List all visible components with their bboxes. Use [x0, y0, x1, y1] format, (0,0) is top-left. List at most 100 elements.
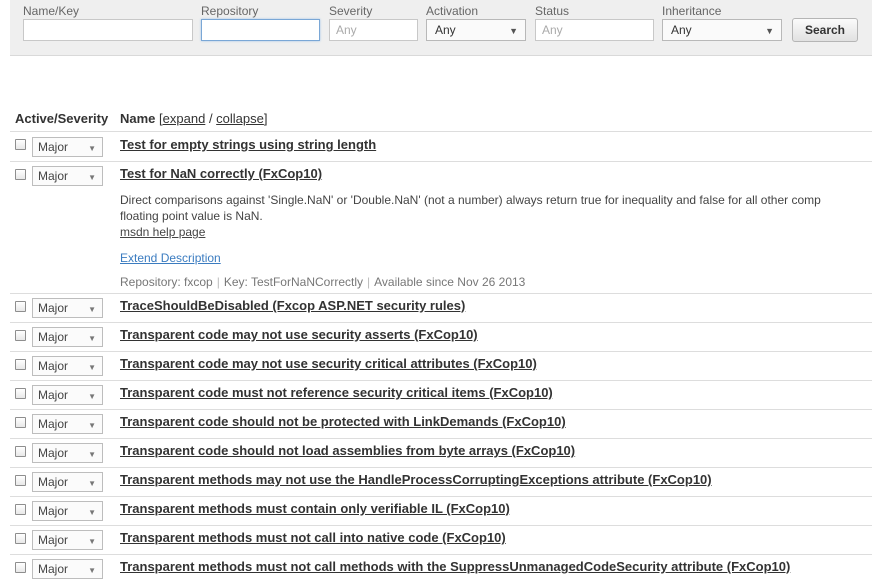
active-checkbox[interactable] [15, 533, 26, 544]
severity-select[interactable]: Major ▼ [32, 356, 103, 376]
severity-select[interactable]: Major ▼ [32, 385, 103, 405]
rule-name-link[interactable]: Transparent code should not load assembl… [120, 443, 575, 458]
severity-value: Major [38, 301, 69, 315]
activation-select[interactable]: Any ▼ [426, 19, 526, 41]
chevron-down-icon: ▼ [509, 26, 518, 36]
rule-name-link[interactable]: Transparent code must not reference secu… [120, 385, 553, 400]
severity-value: Major [38, 388, 69, 402]
severity-select[interactable]: Major ▼ [32, 443, 103, 463]
active-checkbox[interactable] [15, 417, 26, 428]
rule-available-since: Available since Nov 26 2013 [374, 275, 526, 289]
chevron-down-icon: ▼ [88, 421, 96, 430]
active-checkbox[interactable] [15, 446, 26, 457]
rule-row: Major ▼ TraceShouldBeDisabled (Fxcop ASP.… [10, 293, 872, 322]
rule-name-link[interactable]: Transparent methods must contain only ve… [120, 501, 510, 516]
active-checkbox[interactable] [15, 475, 26, 486]
rule-name-link[interactable]: Transparent methods may not use the Hand… [120, 472, 712, 487]
status-label: Status [535, 4, 570, 18]
chevron-down-icon: ▼ [88, 508, 96, 517]
severity-select[interactable]: Major ▼ [32, 559, 103, 579]
inheritance-label: Inheritance [662, 4, 722, 18]
active-checkbox[interactable] [15, 562, 26, 573]
chevron-down-icon: ▼ [88, 537, 96, 546]
status-input[interactable]: Any [535, 19, 654, 41]
extend-description-link[interactable]: Extend Description [120, 250, 221, 266]
rule-name-link[interactable]: Test for empty strings using string leng… [120, 137, 376, 152]
rule-name-link[interactable]: Test for NaN correctly (FxCop10) [120, 166, 322, 181]
chevron-down-icon: ▼ [88, 479, 96, 488]
rule-name-link[interactable]: Transparent code may not use security cr… [120, 356, 537, 371]
expand-link[interactable]: expand [163, 111, 206, 126]
name-header-label: Name [120, 111, 156, 126]
rule-description-line1: Direct comparisons against 'Single.NaN' … [120, 193, 821, 207]
rule-name-link[interactable]: Transparent methods must not call method… [120, 559, 790, 574]
severity-value: Major [38, 417, 69, 431]
filter-panel: Name/Key Repository Severity Any Activat… [10, 0, 872, 56]
rule-row: Major ▼ Transparent code should not be pr… [10, 409, 872, 438]
severity-value: Major [38, 475, 69, 489]
severity-select[interactable]: Major ▼ [32, 530, 103, 550]
chevron-down-icon: ▼ [88, 305, 96, 314]
severity-select[interactable]: Major ▼ [32, 298, 103, 318]
name-key-input[interactable] [23, 19, 193, 41]
severity-value: Major [38, 169, 69, 183]
repository-label: Repository [201, 4, 259, 18]
active-checkbox[interactable] [15, 301, 26, 312]
active-severity-header: Active/Severity [15, 111, 109, 126]
chevron-down-icon: ▼ [88, 392, 96, 401]
active-checkbox[interactable] [15, 388, 26, 399]
severity-select[interactable]: Major ▼ [32, 472, 103, 492]
active-checkbox[interactable] [15, 330, 26, 341]
rule-name-link[interactable]: Transparent methods must not call into n… [120, 530, 506, 545]
chevron-down-icon: ▼ [765, 26, 774, 36]
activation-label: Activation [426, 4, 479, 18]
search-button[interactable]: Search [792, 18, 858, 42]
chevron-down-icon: ▼ [88, 173, 96, 182]
severity-select[interactable]: Major ▼ [32, 137, 103, 157]
rule-row: Major ▼ Transparent code must not referen… [10, 380, 872, 409]
severity-select[interactable]: Major ▼ [32, 414, 103, 434]
inheritance-value: Any [671, 23, 692, 37]
severity-value: Major [38, 330, 69, 344]
rule-row: Major ▼ Transparent code may not use secu… [10, 351, 872, 380]
rule-name-link[interactable]: TraceShouldBeDisabled (Fxcop ASP.NET sec… [120, 298, 465, 313]
rule-description-line2: floating point value is NaN. [120, 209, 263, 223]
rule-meta: Repository: fxcop | Key: TestForNaNCorrect… [120, 275, 526, 289]
severity-label: Severity [329, 4, 373, 18]
rule-repository: Repository: fxcop [120, 275, 213, 289]
chevron-down-icon: ▼ [88, 363, 96, 372]
severity-select[interactable]: Major ▼ [32, 166, 103, 186]
chevron-down-icon: ▼ [88, 334, 96, 343]
severity-value: Major [38, 562, 69, 576]
chevron-down-icon: ▼ [88, 144, 96, 153]
severity-value: Major [38, 140, 69, 154]
rule-row: Major ▼ Transparent code may not use secu… [10, 322, 872, 351]
rule-row: Major ▼ Transparent methods must not call… [10, 525, 872, 554]
rule-row: Major ▼ Transparent code should not load … [10, 438, 872, 467]
rule-row: Major ▼ Transparent methods must not call… [10, 554, 872, 585]
rule-name-link[interactable]: Transparent code should not be protected… [120, 414, 566, 429]
collapse-link[interactable]: collapse [216, 111, 264, 126]
severity-input[interactable]: Any [329, 19, 418, 41]
active-checkbox[interactable] [15, 139, 26, 150]
inheritance-select[interactable]: Any ▼ [662, 19, 782, 41]
rule-key: Key: TestForNaNCorrectly [223, 275, 363, 289]
severity-value: Major [38, 446, 69, 460]
severity-value: Major [38, 359, 69, 373]
active-checkbox[interactable] [15, 169, 26, 180]
repository-input[interactable] [201, 19, 320, 41]
rule-row-expanded: Major ▼ Test for NaN correctly (FxCop10)… [10, 161, 872, 293]
severity-select[interactable]: Major ▼ [32, 501, 103, 521]
chevron-down-icon: ▼ [88, 450, 96, 459]
msdn-help-link[interactable]: msdn help page [120, 224, 205, 240]
name-header: Name [expand / collapse] [120, 111, 268, 126]
name-key-label: Name/Key [23, 4, 80, 18]
rule-name-link[interactable]: Transparent code may not use security as… [120, 327, 478, 342]
severity-select[interactable]: Major ▼ [32, 327, 103, 347]
chevron-down-icon: ▼ [88, 566, 96, 575]
severity-value: Major [38, 504, 69, 518]
active-checkbox[interactable] [15, 359, 26, 370]
active-checkbox[interactable] [15, 504, 26, 515]
rule-row: Major ▼ Transparent methods may not use t… [10, 467, 872, 496]
activation-value: Any [435, 23, 456, 37]
